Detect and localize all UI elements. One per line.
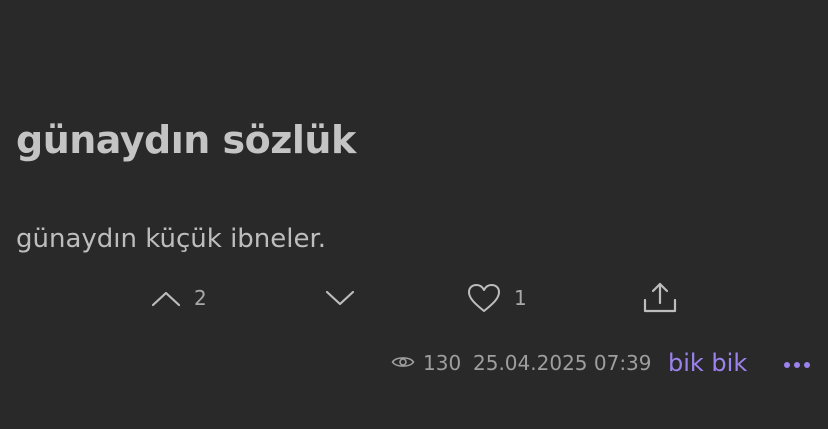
views-count: 130 xyxy=(423,351,462,375)
eye-icon xyxy=(391,351,415,375)
share-button[interactable] xyxy=(641,280,679,316)
chevron-up-icon xyxy=(150,288,182,308)
like-button[interactable]: 1 xyxy=(466,280,527,316)
author-link[interactable]: bik bik xyxy=(668,346,747,380)
chevron-down-icon xyxy=(324,288,356,308)
view-count: 130 xyxy=(391,346,461,380)
more-dots-icon xyxy=(783,354,811,373)
downvote-button[interactable] xyxy=(324,280,356,316)
like-count: 1 xyxy=(514,286,527,310)
share-icon xyxy=(641,280,679,316)
entry-title[interactable]: günaydın sözlük xyxy=(16,118,356,162)
upvote-button[interactable]: 2 xyxy=(150,280,207,316)
entry-timestamp[interactable]: 25.04.2025 07:39 xyxy=(473,346,652,380)
more-options-button[interactable] xyxy=(782,346,812,380)
upvote-count: 2 xyxy=(194,286,207,310)
entry-text: günaydın küçük ibneler. xyxy=(16,224,327,254)
heart-icon xyxy=(466,282,502,314)
